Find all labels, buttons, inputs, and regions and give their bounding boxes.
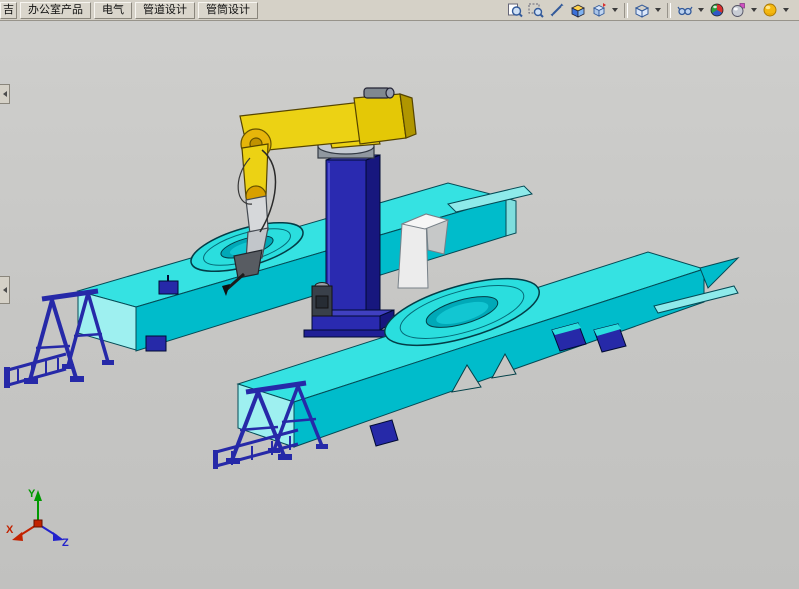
tab-office-products[interactable]: 办公室产品 bbox=[20, 2, 91, 19]
view-settings-dropdown-arrow[interactable] bbox=[783, 8, 789, 12]
hide-show-items-dropdown-arrow[interactable] bbox=[698, 8, 704, 12]
3d-viewport[interactable]: Y X Z bbox=[0, 0, 799, 589]
column-motor-box[interactable] bbox=[312, 283, 332, 317]
column-side-face bbox=[366, 155, 380, 322]
zoom-in-out-icon[interactable] bbox=[547, 0, 567, 20]
beam-front-tail-fin[interactable] bbox=[700, 258, 738, 288]
coordinate-triad: Y X Z bbox=[6, 488, 69, 549]
edit-appearance-icon[interactable] bbox=[707, 0, 727, 20]
z-axis-label: Z bbox=[62, 537, 69, 549]
command-manager-toolbar: 吉 办公室产品 电气 管道设计 管筒设计 bbox=[0, 0, 799, 21]
display-style-icon[interactable] bbox=[632, 0, 652, 20]
tab-tubing-design[interactable]: 管筒设计 bbox=[198, 2, 258, 19]
tab-piping-design[interactable]: 管道设计 bbox=[135, 2, 195, 19]
cad-application-window: { "window": { "width": 799, "height": 58… bbox=[0, 0, 799, 589]
collapse-arrow-icon bbox=[3, 91, 7, 97]
collapse-arrow-icon bbox=[3, 287, 7, 293]
column-base-front[interactable] bbox=[312, 316, 380, 330]
beam-back-right-end bbox=[506, 198, 516, 236]
column-base-plate[interactable] bbox=[304, 330, 388, 337]
zoom-area-icon[interactable] bbox=[526, 0, 546, 20]
robot-boom-housing[interactable] bbox=[354, 94, 406, 144]
tab-partial[interactable]: 吉 bbox=[0, 2, 17, 19]
toolbar-separator-2 bbox=[667, 3, 671, 18]
small-support-mid[interactable] bbox=[370, 420, 398, 446]
white-bracket-part[interactable] bbox=[398, 214, 448, 288]
section-view-icon[interactable] bbox=[568, 0, 588, 20]
view-toolbar bbox=[505, 0, 799, 20]
left-panel-collapse-top-button[interactable] bbox=[0, 84, 10, 104]
apply-scene-icon[interactable] bbox=[728, 0, 748, 20]
robot-top-cylinder bbox=[364, 88, 394, 98]
hide-show-items-icon[interactable] bbox=[675, 0, 695, 20]
x-axis-label: X bbox=[6, 524, 14, 536]
display-style-dropdown-arrow[interactable] bbox=[655, 8, 661, 12]
toolbar-separator bbox=[624, 3, 628, 18]
zoom-fit-icon[interactable] bbox=[505, 0, 525, 20]
tab-electrical[interactable]: 电气 bbox=[94, 2, 132, 19]
left-panel-collapse-bottom-button[interactable] bbox=[0, 276, 10, 304]
triad-origin bbox=[34, 520, 42, 527]
apply-scene-dropdown-arrow[interactable] bbox=[751, 8, 757, 12]
view-orientation-icon[interactable] bbox=[589, 0, 609, 20]
view-settings-icon[interactable] bbox=[760, 0, 780, 20]
y-axis-label: Y bbox=[28, 488, 36, 500]
x-axis-arrow bbox=[12, 532, 23, 541]
view-orientation-dropdown-arrow[interactable] bbox=[612, 8, 618, 12]
